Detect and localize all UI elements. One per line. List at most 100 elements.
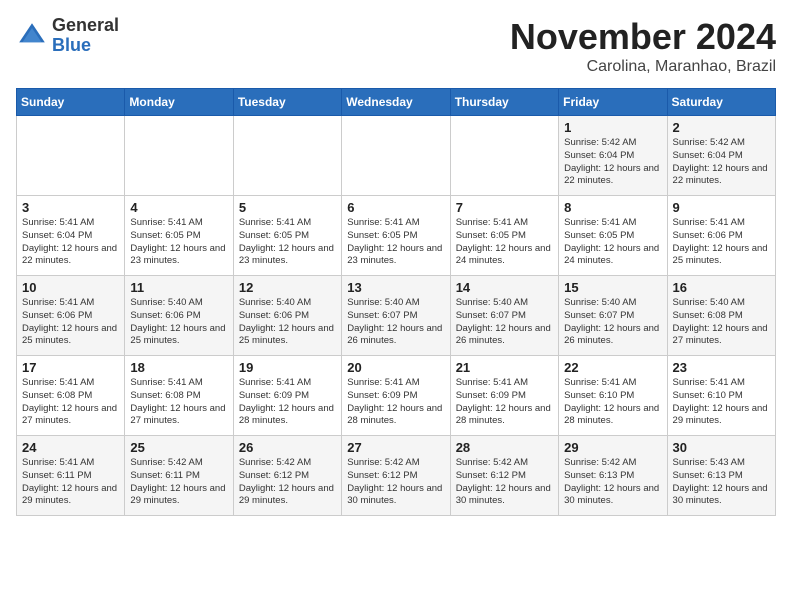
day-number: 20 — [347, 360, 444, 375]
logo: General Blue — [16, 16, 119, 56]
day-number: 17 — [22, 360, 119, 375]
day-info: Sunrise: 5:41 AM Sunset: 6:06 PM Dayligh… — [673, 217, 770, 268]
logo-icon — [16, 20, 48, 52]
calendar-day-cell — [342, 116, 450, 196]
location: Carolina, Maranhao, Brazil — [510, 58, 776, 76]
calendar-day-cell: 29 Sunrise: 5:42 AM Sunset: 6:13 PM Dayli… — [559, 436, 667, 516]
calendar-table: SundayMondayTuesdayWednesdayThursdayFrid… — [16, 88, 776, 516]
weekday-header: Tuesday — [233, 89, 341, 116]
day-number: 6 — [347, 200, 444, 215]
calendar-day-cell: 23Sunrise: 5:41 AM Sunset: 6:10 PM Dayli… — [667, 356, 775, 436]
day-number: 7 — [456, 200, 553, 215]
calendar-day-cell: 4 Sunrise: 5:41 AM Sunset: 6:05 PM Daylig… — [125, 196, 233, 276]
day-info: Sunrise: 5:42 AM Sunset: 6:04 PM Dayligh… — [673, 137, 770, 188]
calendar-day-cell: 15 Sunrise: 5:40 AM Sunset: 6:07 PM Dayli… — [559, 276, 667, 356]
day-number: 18 — [130, 360, 227, 375]
day-number: 3 — [22, 200, 119, 215]
day-number: 29 — [564, 440, 661, 455]
calendar-day-cell: 25Sunrise: 5:42 AM Sunset: 6:11 PM Dayli… — [125, 436, 233, 516]
day-number: 28 — [456, 440, 553, 455]
calendar-day-cell: 18 Sunrise: 5:41 AM Sunset: 6:08 PM Dayli… — [125, 356, 233, 436]
calendar-day-cell: 14 Sunrise: 5:40 AM Sunset: 6:07 PM Dayli… — [450, 276, 558, 356]
calendar-day-cell: 19Sunrise: 5:41 AM Sunset: 6:09 PM Dayli… — [233, 356, 341, 436]
calendar-day-cell: 11Sunrise: 5:40 AM Sunset: 6:06 PM Dayli… — [125, 276, 233, 356]
day-info: Sunrise: 5:42 AM Sunset: 6:12 PM Dayligh… — [456, 457, 553, 508]
calendar-day-cell: 2 Sunrise: 5:42 AM Sunset: 6:04 PM Daylig… — [667, 116, 775, 196]
day-info: Sunrise: 5:41 AM Sunset: 6:05 PM Dayligh… — [456, 217, 553, 268]
day-info: Sunrise: 5:42 AM Sunset: 6:11 PM Dayligh… — [130, 457, 227, 508]
calendar-day-cell: 1 Sunrise: 5:42 AM Sunset: 6:04 PM Daylig… — [559, 116, 667, 196]
day-number: 1 — [564, 120, 661, 135]
page-header: General Blue November 2024 Carolina, Mar… — [16, 16, 776, 76]
weekday-header: Saturday — [667, 89, 775, 116]
day-info: Sunrise: 5:41 AM Sunset: 6:05 PM Dayligh… — [347, 217, 444, 268]
day-number: 21 — [456, 360, 553, 375]
calendar-day-cell: 17 Sunrise: 5:41 AM Sunset: 6:08 PM Dayli… — [17, 356, 125, 436]
calendar-week-row: 1 Sunrise: 5:42 AM Sunset: 6:04 PM Daylig… — [17, 116, 776, 196]
calendar-day-cell: 12 Sunrise: 5:40 AM Sunset: 6:06 PM Dayli… — [233, 276, 341, 356]
day-number: 9 — [673, 200, 770, 215]
day-info: Sunrise: 5:41 AM Sunset: 6:09 PM Dayligh… — [456, 377, 553, 428]
calendar-day-cell: 26 Sunrise: 5:42 AM Sunset: 6:12 PM Dayli… — [233, 436, 341, 516]
weekday-header: Thursday — [450, 89, 558, 116]
day-info: Sunrise: 5:42 AM Sunset: 6:12 PM Dayligh… — [347, 457, 444, 508]
day-info: Sunrise: 5:41 AM Sunset: 6:06 PM Dayligh… — [22, 297, 119, 348]
day-info: Sunrise: 5:40 AM Sunset: 6:07 PM Dayligh… — [347, 297, 444, 348]
day-number: 4 — [130, 200, 227, 215]
calendar-week-row: 24 Sunrise: 5:41 AM Sunset: 6:11 PM Dayli… — [17, 436, 776, 516]
day-number: 8 — [564, 200, 661, 215]
day-number: 22 — [564, 360, 661, 375]
day-info: Sunrise: 5:41 AM Sunset: 6:05 PM Dayligh… — [239, 217, 336, 268]
day-number: 26 — [239, 440, 336, 455]
day-number: 5 — [239, 200, 336, 215]
day-info: Sunrise: 5:42 AM Sunset: 6:12 PM Dayligh… — [239, 457, 336, 508]
day-number: 15 — [564, 280, 661, 295]
day-info: Sunrise: 5:41 AM Sunset: 6:05 PM Dayligh… — [130, 217, 227, 268]
calendar-day-cell: 7 Sunrise: 5:41 AM Sunset: 6:05 PM Daylig… — [450, 196, 558, 276]
day-info: Sunrise: 5:41 AM Sunset: 6:08 PM Dayligh… — [22, 377, 119, 428]
calendar-day-cell — [125, 116, 233, 196]
calendar-day-cell: 6 Sunrise: 5:41 AM Sunset: 6:05 PM Daylig… — [342, 196, 450, 276]
day-info: Sunrise: 5:42 AM Sunset: 6:13 PM Dayligh… — [564, 457, 661, 508]
day-info: Sunrise: 5:41 AM Sunset: 6:09 PM Dayligh… — [347, 377, 444, 428]
day-number: 2 — [673, 120, 770, 135]
day-number: 12 — [239, 280, 336, 295]
day-info: Sunrise: 5:41 AM Sunset: 6:09 PM Dayligh… — [239, 377, 336, 428]
day-info: Sunrise: 5:40 AM Sunset: 6:07 PM Dayligh… — [564, 297, 661, 348]
weekday-header: Monday — [125, 89, 233, 116]
calendar-day-cell: 24 Sunrise: 5:41 AM Sunset: 6:11 PM Dayli… — [17, 436, 125, 516]
day-number: 14 — [456, 280, 553, 295]
calendar-day-cell: 27 Sunrise: 5:42 AM Sunset: 6:12 PM Dayli… — [342, 436, 450, 516]
calendar-day-cell — [450, 116, 558, 196]
calendar-week-row: 3Sunrise: 5:41 AM Sunset: 6:04 PM Daylig… — [17, 196, 776, 276]
day-info: Sunrise: 5:42 AM Sunset: 6:04 PM Dayligh… — [564, 137, 661, 188]
day-number: 27 — [347, 440, 444, 455]
day-info: Sunrise: 5:41 AM Sunset: 6:11 PM Dayligh… — [22, 457, 119, 508]
calendar-body: 1 Sunrise: 5:42 AM Sunset: 6:04 PM Daylig… — [17, 116, 776, 516]
weekday-header: Friday — [559, 89, 667, 116]
calendar-week-row: 10Sunrise: 5:41 AM Sunset: 6:06 PM Dayli… — [17, 276, 776, 356]
calendar-week-row: 17 Sunrise: 5:41 AM Sunset: 6:08 PM Dayli… — [17, 356, 776, 436]
calendar-day-cell: 20 Sunrise: 5:41 AM Sunset: 6:09 PM Dayli… — [342, 356, 450, 436]
title-block: November 2024 Carolina, Maranhao, Brazil — [510, 16, 776, 76]
calendar-day-cell: 5 Sunrise: 5:41 AM Sunset: 6:05 PM Daylig… — [233, 196, 341, 276]
calendar-day-cell: 10Sunrise: 5:41 AM Sunset: 6:06 PM Dayli… — [17, 276, 125, 356]
calendar-header-row: SundayMondayTuesdayWednesdayThursdayFrid… — [17, 89, 776, 116]
calendar-day-cell: 9 Sunrise: 5:41 AM Sunset: 6:06 PM Daylig… — [667, 196, 775, 276]
day-number: 11 — [130, 280, 227, 295]
day-info: Sunrise: 5:43 AM Sunset: 6:13 PM Dayligh… — [673, 457, 770, 508]
day-info: Sunrise: 5:41 AM Sunset: 6:10 PM Dayligh… — [673, 377, 770, 428]
weekday-header: Sunday — [17, 89, 125, 116]
day-number: 13 — [347, 280, 444, 295]
day-info: Sunrise: 5:40 AM Sunset: 6:08 PM Dayligh… — [673, 297, 770, 348]
day-info: Sunrise: 5:40 AM Sunset: 6:06 PM Dayligh… — [239, 297, 336, 348]
month-title: November 2024 — [510, 16, 776, 58]
calendar-day-cell: 16 Sunrise: 5:40 AM Sunset: 6:08 PM Dayli… — [667, 276, 775, 356]
calendar-day-cell — [233, 116, 341, 196]
day-number: 24 — [22, 440, 119, 455]
calendar-day-cell: 3Sunrise: 5:41 AM Sunset: 6:04 PM Daylig… — [17, 196, 125, 276]
day-info: Sunrise: 5:41 AM Sunset: 6:10 PM Dayligh… — [564, 377, 661, 428]
day-info: Sunrise: 5:41 AM Sunset: 6:08 PM Dayligh… — [130, 377, 227, 428]
day-number: 16 — [673, 280, 770, 295]
day-info: Sunrise: 5:40 AM Sunset: 6:07 PM Dayligh… — [456, 297, 553, 348]
